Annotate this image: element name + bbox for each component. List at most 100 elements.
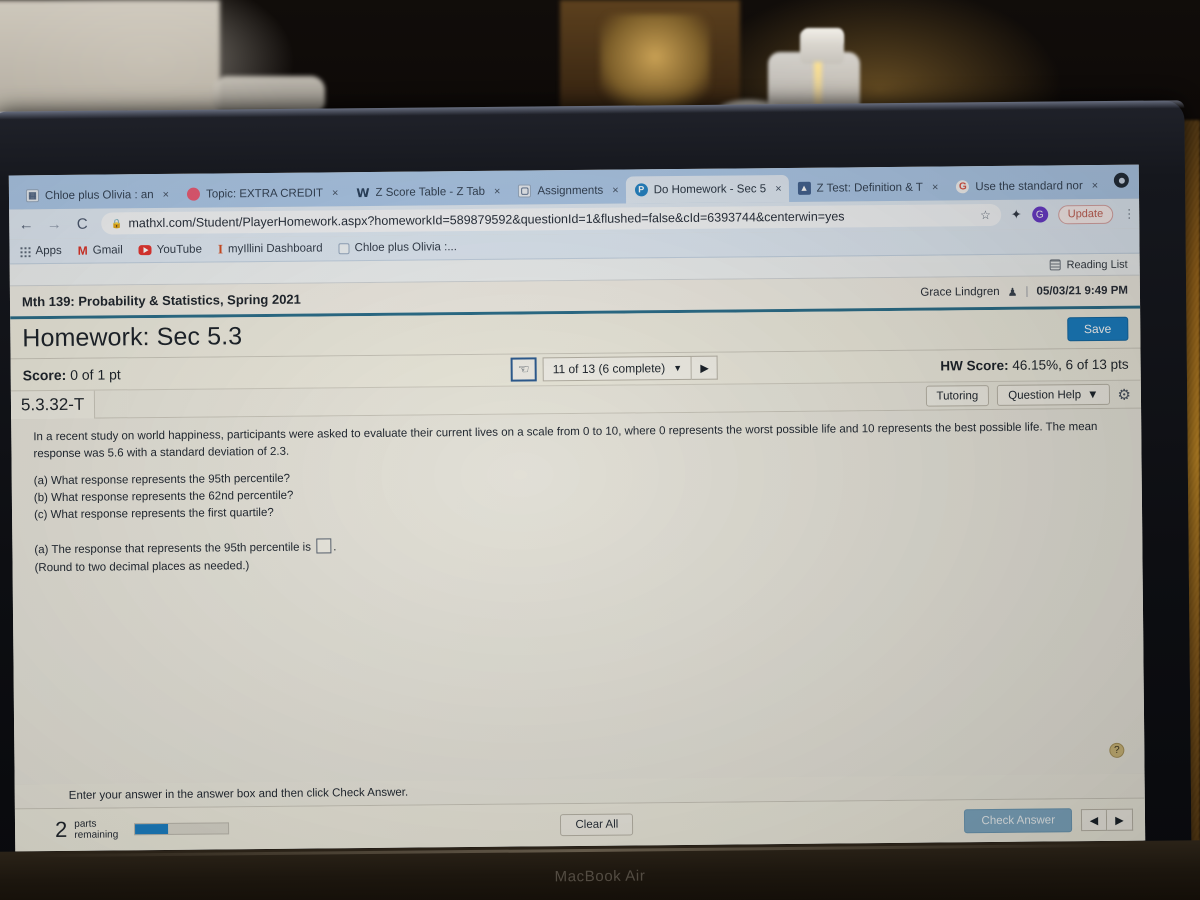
- answer-prompt-text: (a) The response that represents the 95t…: [34, 541, 312, 557]
- wall-left: [0, 0, 220, 120]
- bookmark-apps[interactable]: Apps: [19, 244, 62, 258]
- gear-icon[interactable]: ⚙: [1117, 385, 1131, 403]
- parts-word: parts: [74, 818, 97, 830]
- tutoring-button[interactable]: Tutoring: [925, 385, 990, 407]
- back-button[interactable]: ←: [17, 216, 35, 233]
- bookmark-star-icon[interactable]: ☆: [972, 208, 991, 222]
- question-help-label: Question Help: [1008, 388, 1082, 402]
- tab-close-icon[interactable]: ×: [332, 187, 339, 199]
- address-bar[interactable]: 🔒 mathxl.com/Student/PlayerHomework.aspx…: [101, 203, 1001, 235]
- book-icon: ▦: [25, 189, 40, 203]
- question-id: 5.3.32-T: [10, 390, 96, 419]
- lock-icon: 🔒: [111, 217, 123, 228]
- photo-scene: MacBook Air ▦ Chloe plus Olivia : an × T…: [0, 0, 1200, 900]
- separator: |: [1025, 285, 1029, 298]
- browser-tab-4-active[interactable]: P Do Homework - Sec 5 ×: [625, 174, 789, 204]
- extensions-icon[interactable]: ✦: [1011, 207, 1022, 223]
- tab-title: Use the standard nor: [975, 179, 1083, 193]
- question-body: In a recent study on world happiness, pa…: [11, 408, 1145, 785]
- clear-all-button[interactable]: Clear All: [560, 813, 634, 837]
- remaining-word: remaining: [74, 829, 119, 841]
- save-button[interactable]: Save: [1066, 316, 1129, 341]
- question-parts: (a) What response represents the 95th pe…: [34, 463, 1130, 525]
- tab-close-icon[interactable]: ×: [1092, 179, 1099, 191]
- browser-tab-5[interactable]: ▲ Z Test: Definition & T ×: [788, 173, 945, 202]
- bookmark-chloe-plus-olivia[interactable]: Chloe plus Olivia :...: [338, 241, 457, 255]
- bookmark-label: Gmail: [92, 244, 123, 257]
- bookmark-label: Chloe plus Olivia :...: [354, 241, 457, 255]
- course-header-right: Grace Lindgren ♟ | 05/03/21 9:49 PM: [920, 284, 1128, 299]
- tab-close-icon[interactable]: ×: [612, 184, 619, 196]
- user-icon[interactable]: ♟: [1008, 285, 1018, 298]
- next-part-button[interactable]: ▶: [1106, 808, 1134, 831]
- reload-button[interactable]: C: [73, 215, 91, 232]
- gold-figurine: [600, 14, 710, 109]
- chart-icon: ▲: [797, 181, 811, 195]
- parts-remaining: 2 parts remaining: [54, 815, 230, 843]
- bookmark-label: Apps: [35, 244, 62, 258]
- hand-pointer-icon[interactable]: ☜: [510, 357, 537, 382]
- question-navigation: ☜ 11 of 13 (6 complete) ▼ ▶: [510, 355, 719, 382]
- question-selector-label: 11 of 13 (6 complete): [552, 361, 666, 377]
- user-name: Grace Lindgren: [920, 285, 1000, 299]
- hw-score-label: HW Score:: [940, 357, 1009, 374]
- browser-tab-6[interactable]: G Use the standard nor ×: [947, 172, 1105, 201]
- laptop-screen: ▦ Chloe plus Olivia : an × Topic: EXTRA …: [8, 164, 1146, 852]
- score-value: 0 of 1 pt: [70, 365, 121, 383]
- tab-title: Assignments: [537, 184, 604, 197]
- water-bottle-glint: [814, 62, 822, 108]
- browser-tab-0[interactable]: ▦ Chloe plus Olivia : an ×: [17, 181, 176, 210]
- reading-list-label[interactable]: Reading List: [1066, 258, 1127, 271]
- bookmark-gmail[interactable]: M Gmail: [77, 243, 123, 258]
- tab-title: Z Test: Definition & T: [816, 181, 923, 195]
- parts-count: 2: [54, 816, 68, 843]
- water-bottle-cap: [803, 28, 843, 46]
- reading-list-icon: [1049, 259, 1061, 271]
- google-icon: G: [956, 180, 970, 194]
- chevron-down-icon: ▼: [1087, 388, 1099, 401]
- bookmark-myillini[interactable]: I myIllini Dashboard: [218, 240, 323, 257]
- footer-actions: Check Answer ◀ ▶: [964, 808, 1134, 834]
- previous-part-button[interactable]: ◀: [1080, 808, 1108, 832]
- account-avatar[interactable]: G: [1031, 206, 1048, 223]
- question-tools: Tutoring Question Help ▼ ⚙: [925, 383, 1141, 407]
- parts-remaining-label: parts remaining: [74, 818, 118, 841]
- next-question-button[interactable]: ▶: [691, 355, 719, 380]
- url-text: mathxl.com/Student/PlayerHomework.aspx?h…: [128, 209, 845, 231]
- course-title: Mth 139: Probability & Statistics, Sprin…: [21, 291, 301, 309]
- illini-icon: I: [217, 241, 224, 257]
- bookmark-youtube[interactable]: YouTube: [138, 243, 203, 257]
- bookmark-label: YouTube: [156, 243, 203, 257]
- timestamp: 05/03/21 9:49 PM: [1036, 284, 1128, 298]
- mug: [213, 76, 325, 112]
- question-selector[interactable]: 11 of 13 (6 complete) ▼: [542, 355, 693, 382]
- browser-tab-1[interactable]: Topic: EXTRA CREDIT ×: [178, 179, 346, 208]
- pink-circle-icon: [187, 187, 201, 201]
- progress-bar: [134, 822, 230, 836]
- book-icon: [338, 242, 350, 254]
- tab-close-icon[interactable]: ×: [775, 183, 782, 195]
- tab-title: Topic: EXTRA CREDIT: [206, 186, 324, 201]
- browser-tab-2[interactable]: 𝗪 Z Score Table - Z Tab ×: [347, 178, 507, 207]
- profile-avatar-icon[interactable]: [1113, 172, 1129, 188]
- score-label: Score:: [22, 366, 67, 383]
- tab-title: Do Homework - Sec 5: [653, 182, 767, 196]
- tab-close-icon[interactable]: ×: [494, 185, 501, 197]
- help-badge-icon[interactable]: ?: [1109, 742, 1125, 758]
- tab-close-icon[interactable]: ×: [163, 188, 170, 200]
- update-button[interactable]: Update: [1057, 204, 1114, 224]
- pearson-icon: P: [634, 183, 648, 197]
- answer-input[interactable]: [316, 538, 332, 554]
- check-answer-button[interactable]: Check Answer: [964, 808, 1073, 834]
- forward-button[interactable]: →: [45, 215, 63, 232]
- tab-close-icon[interactable]: ×: [932, 181, 939, 193]
- browser-tab-3[interactable]: ▢ Assignments ×: [509, 177, 626, 205]
- w-letter-icon: 𝗪: [356, 185, 370, 200]
- tab-title: Z Score Table - Z Tab: [375, 185, 486, 199]
- youtube-icon: [138, 245, 152, 256]
- question-help-button[interactable]: Question Help ▼: [997, 383, 1110, 406]
- question-stem: In a recent study on world happiness, pa…: [33, 421, 1098, 460]
- tab-title: Chloe plus Olivia : an: [44, 188, 154, 202]
- browser-menu-icon[interactable]: ⋮: [1123, 207, 1134, 221]
- gmail-icon: M: [77, 243, 88, 258]
